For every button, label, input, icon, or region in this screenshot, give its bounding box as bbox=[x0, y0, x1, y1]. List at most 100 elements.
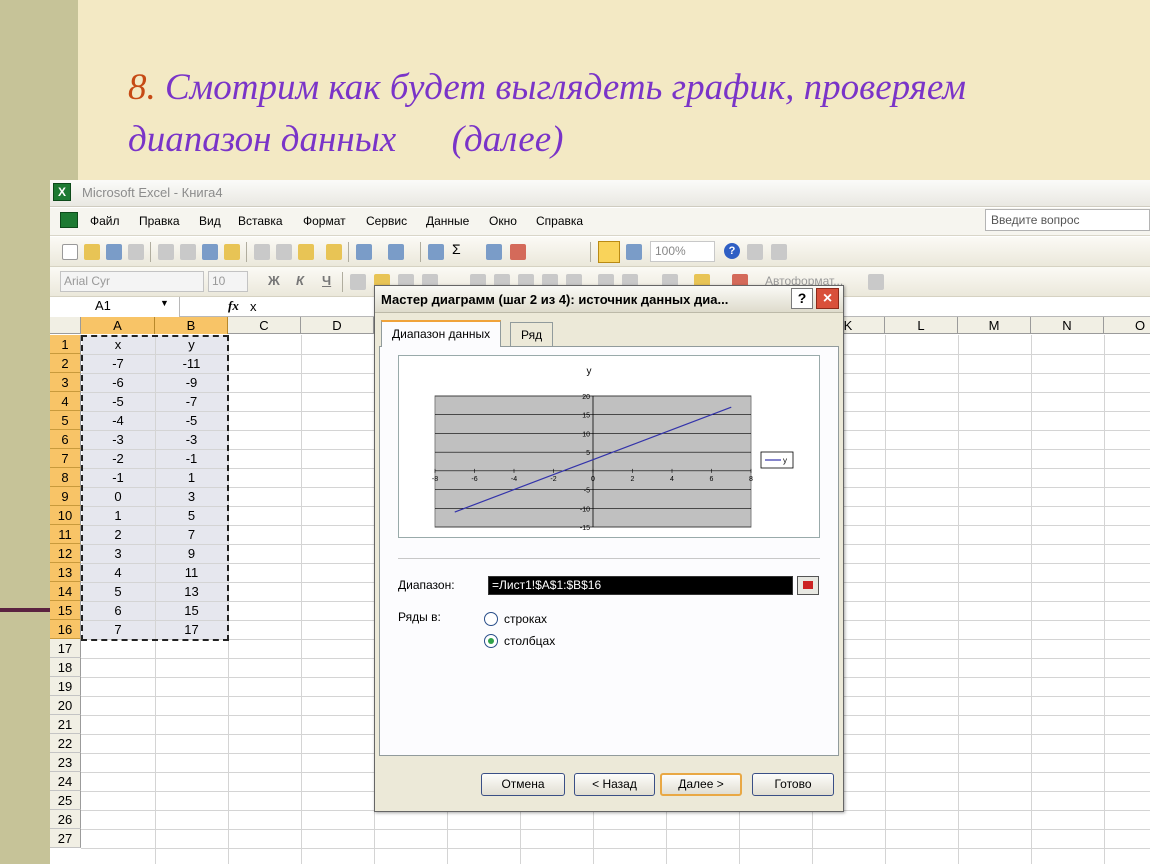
row-header-11[interactable]: 11 bbox=[50, 525, 81, 544]
research-icon[interactable] bbox=[224, 244, 240, 260]
permission-icon[interactable] bbox=[128, 244, 144, 260]
toolbar-options-icon-2[interactable] bbox=[771, 244, 787, 260]
bold-button[interactable]: Ж bbox=[268, 273, 280, 288]
sort-ascending-icon[interactable] bbox=[486, 244, 502, 260]
toolbar-extra-icon[interactable] bbox=[868, 274, 884, 290]
font-name-select[interactable]: Arial Cyr bbox=[60, 271, 204, 292]
toolbar-options-icon[interactable] bbox=[747, 244, 763, 260]
cancel-button[interactable]: Отмена bbox=[481, 773, 565, 796]
back-button[interactable]: < Назад bbox=[574, 773, 655, 796]
new-icon[interactable] bbox=[62, 244, 78, 260]
row-header-17[interactable]: 17 bbox=[50, 639, 81, 658]
row-header-14[interactable]: 14 bbox=[50, 582, 81, 601]
next-button[interactable]: Далее > bbox=[660, 773, 742, 796]
column-header-o[interactable]: O bbox=[1104, 317, 1150, 334]
drawing-icon[interactable] bbox=[626, 244, 642, 260]
row-header-19[interactable]: 19 bbox=[50, 677, 81, 696]
row-header-6[interactable]: 6 bbox=[50, 430, 81, 449]
range-input[interactable]: =Лист1!$A$1:$B$16 bbox=[488, 576, 793, 595]
row-header-8[interactable]: 8 bbox=[50, 468, 81, 487]
save-icon[interactable] bbox=[106, 244, 122, 260]
finish-button[interactable]: Готово bbox=[752, 773, 834, 796]
copy-icon[interactable] bbox=[276, 244, 292, 260]
column-header-d[interactable]: D bbox=[301, 317, 374, 334]
paste-icon[interactable] bbox=[298, 244, 314, 260]
row-header-26[interactable]: 26 bbox=[50, 810, 81, 829]
cut-icon[interactable] bbox=[254, 244, 270, 260]
menu-window[interactable]: Окно bbox=[489, 214, 517, 228]
autosum-icon[interactable]: Σ bbox=[452, 241, 468, 257]
workbook-icon[interactable] bbox=[60, 212, 78, 228]
excel-app-icon[interactable]: X bbox=[53, 183, 71, 201]
row-header-2[interactable]: 2 bbox=[50, 354, 81, 373]
row-header-20[interactable]: 20 bbox=[50, 696, 81, 715]
dialog-titlebar[interactable]: Мастер диаграмм (шаг 2 из 4): источник д… bbox=[375, 286, 843, 313]
row-header-25[interactable]: 25 bbox=[50, 791, 81, 810]
open-icon[interactable] bbox=[84, 244, 100, 260]
toolbar-separator bbox=[590, 242, 591, 262]
align-left-icon[interactable] bbox=[350, 274, 366, 290]
column-header-m[interactable]: M bbox=[958, 317, 1031, 334]
spelling-icon[interactable] bbox=[202, 244, 218, 260]
tab-data-range[interactable]: Диапазон данных bbox=[381, 320, 502, 347]
insert-function-icon[interactable]: fx bbox=[228, 298, 239, 314]
help-icon[interactable]: ? bbox=[724, 243, 740, 259]
help-question-input[interactable]: Введите вопрос bbox=[985, 209, 1150, 231]
menu-tools[interactable]: Сервис bbox=[366, 214, 407, 228]
print-icon[interactable] bbox=[158, 244, 174, 260]
sort-descending-icon[interactable] bbox=[510, 244, 526, 260]
menu-view[interactable]: Вид bbox=[199, 214, 221, 228]
font-size-select[interactable]: 10 bbox=[208, 271, 248, 292]
row-header-15[interactable]: 15 bbox=[50, 601, 81, 620]
name-box[interactable]: A1 ▼ bbox=[50, 297, 180, 317]
row-header-24[interactable]: 24 bbox=[50, 772, 81, 791]
select-all-corner[interactable] bbox=[50, 317, 81, 334]
formula-input[interactable]: x bbox=[250, 299, 257, 314]
row-header-21[interactable]: 21 bbox=[50, 715, 81, 734]
radio-rows-label[interactable]: строках bbox=[504, 612, 547, 626]
row-header-18[interactable]: 18 bbox=[50, 658, 81, 677]
menu-help[interactable]: Справка bbox=[536, 214, 583, 228]
menu-insert[interactable]: Вставка bbox=[238, 214, 283, 228]
menu-data[interactable]: Данные bbox=[426, 214, 469, 228]
menu-edit[interactable]: Правка bbox=[139, 214, 180, 228]
row-header-3[interactable]: 3 bbox=[50, 373, 81, 392]
dialog-close-button[interactable]: × bbox=[816, 288, 839, 309]
row-header-1[interactable]: 1 bbox=[50, 335, 81, 354]
chevron-down-icon[interactable]: ▼ bbox=[160, 298, 169, 308]
dialog-help-button[interactable]: ? bbox=[791, 288, 813, 309]
tab-series[interactable]: Ряд bbox=[510, 322, 554, 346]
column-header-b[interactable]: B bbox=[155, 317, 228, 334]
chart-wizard-button[interactable] bbox=[598, 241, 620, 263]
row-header-23[interactable]: 23 bbox=[50, 753, 81, 772]
menu-format[interactable]: Формат bbox=[303, 214, 346, 228]
row-header-4[interactable]: 4 bbox=[50, 392, 81, 411]
column-header-c[interactable]: C bbox=[228, 317, 301, 334]
row-header-5[interactable]: 5 bbox=[50, 411, 81, 430]
row-header-13[interactable]: 13 bbox=[50, 563, 81, 582]
row-header-16[interactable]: 16 bbox=[50, 620, 81, 639]
column-header-n[interactable]: N bbox=[1031, 317, 1104, 334]
radio-rows[interactable] bbox=[484, 612, 498, 626]
radio-columns-label[interactable]: столбцах bbox=[504, 634, 555, 648]
row-header-9[interactable]: 9 bbox=[50, 487, 81, 506]
format-painter-icon[interactable] bbox=[326, 244, 342, 260]
hyperlink-icon[interactable] bbox=[428, 244, 444, 260]
dialog-title: Мастер диаграмм (шаг 2 из 4): источник д… bbox=[381, 292, 729, 307]
collapse-dialog-icon[interactable] bbox=[797, 576, 819, 595]
row-header-22[interactable]: 22 bbox=[50, 734, 81, 753]
undo-icon[interactable] bbox=[356, 244, 372, 260]
menu-file[interactable]: Файл bbox=[90, 214, 120, 228]
row-header-7[interactable]: 7 bbox=[50, 449, 81, 468]
print-preview-icon[interactable] bbox=[180, 244, 196, 260]
row-header-27[interactable]: 27 bbox=[50, 829, 81, 848]
underline-button[interactable]: Ч bbox=[322, 273, 331, 288]
italic-button[interactable]: К bbox=[296, 273, 304, 288]
zoom-select[interactable]: 100% bbox=[650, 241, 715, 262]
radio-columns[interactable] bbox=[484, 634, 498, 648]
column-header-a[interactable]: A bbox=[81, 317, 155, 334]
redo-icon[interactable] bbox=[388, 244, 404, 260]
column-header-l[interactable]: L bbox=[885, 317, 958, 334]
row-header-10[interactable]: 10 bbox=[50, 506, 81, 525]
row-header-12[interactable]: 12 bbox=[50, 544, 81, 563]
